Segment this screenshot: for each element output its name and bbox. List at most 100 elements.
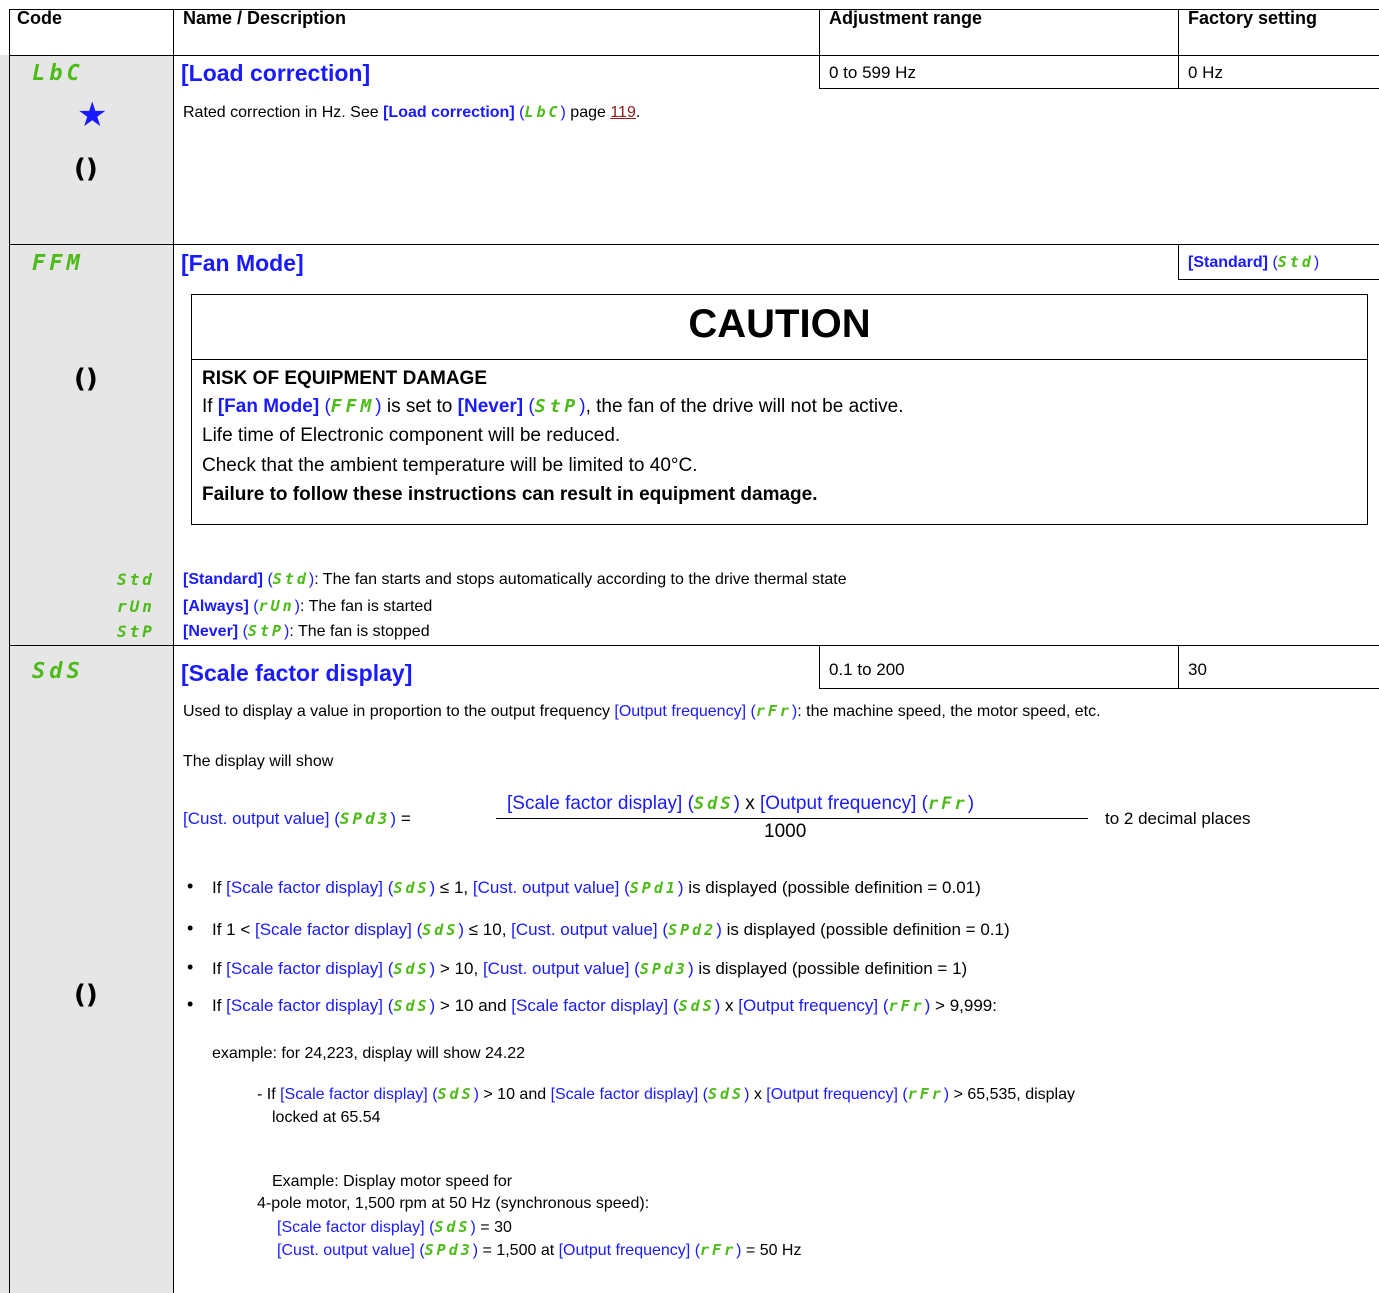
factory-box-left-1 <box>1178 55 1179 88</box>
b4-x: x <box>720 996 739 1015</box>
lbc-desc-end: . <box>635 104 641 121</box>
b3-code2: SPd3 <box>639 960 688 978</box>
option-std-desc: : The fan starts and stops automatically… <box>314 571 847 588</box>
col-divider-code <box>173 9 174 1293</box>
caution-line-4: Failure to follow these instructions can… <box>202 484 818 505</box>
b1-code: SdS <box>393 879 430 897</box>
caution-heading: CAUTION <box>688 302 871 346</box>
ex2-l4-param2: [Output frequency] <box>558 1242 691 1259</box>
param-title-scale-factor: [Scale factor display] <box>181 660 413 686</box>
caution-line-2: Life time of Electronic component will b… <box>202 425 621 446</box>
row-divider-1 <box>9 244 1379 245</box>
caution-l1-param: [Fan Mode] <box>217 396 320 417</box>
example-2-line-2: 4-pole motor, 1,500 rpm at 50 Hz (synchr… <box>257 1195 650 1212</box>
option-code-stp: StP <box>117 622 155 641</box>
sub-code2: SdS <box>707 1085 745 1103</box>
b2-param2: [Cust. output value] <box>511 920 658 939</box>
b2-end: is displayed (possible definition = 0.1) <box>721 920 1010 939</box>
formula-denominator: 1000 <box>764 821 807 842</box>
bullet-1: If [Scale factor display] (SdS) ≤ 1, [Cu… <box>212 878 981 897</box>
option-std-name: [Standard] <box>183 571 263 588</box>
option-code-std: Std <box>117 570 155 589</box>
b4-mid: > 10 and <box>435 996 512 1015</box>
table-left-border <box>9 9 10 1293</box>
range-box-left-1 <box>819 55 820 88</box>
param-code-ffm: FFM <box>32 251 84 276</box>
ex2-l4-code2: rFr <box>700 1241 737 1259</box>
sub-end: > 65,535, display <box>949 1086 1075 1103</box>
ex2-l4-code: SPd3 <box>424 1241 473 1259</box>
param-title-load-correction: [Load correction] <box>181 60 371 86</box>
b3-end: is displayed (possible definition = 1) <box>693 959 968 978</box>
b1-mid: ≤ 1, <box>435 878 473 897</box>
sds-para-1: Used to display a value in proportion to… <box>183 702 1101 720</box>
factory-sds: 30 <box>1188 660 1207 679</box>
formula-eq: = <box>396 809 411 828</box>
b4-end: > 9,999: <box>930 996 997 1015</box>
example-2-line-1: Example: Display motor speed for <box>272 1173 513 1190</box>
caution-l1-code2: StP <box>534 396 580 417</box>
b2-code: SdS <box>422 921 459 939</box>
sds-p1-param: [Output frequency] <box>614 703 747 720</box>
ex2-l4-end: = 50 Hz <box>741 1242 802 1259</box>
sub-code: SdS <box>437 1085 474 1103</box>
sub-param2: [Scale factor display] <box>550 1086 699 1103</box>
sds-p1-pre: Used to display a value in proportion to… <box>183 703 615 720</box>
caution-line-1: If [Fan Mode] (FFM) is set to [Never] (S… <box>202 396 904 417</box>
sub-code3: rFr <box>907 1085 944 1103</box>
sub-pre: - If <box>257 1086 281 1103</box>
caution-l1-code: FFM <box>330 396 376 417</box>
change-in-run-icon: () <box>74 154 98 184</box>
col-divider-factory-h <box>1178 9 1179 55</box>
formula-lhs-code: SPd3 <box>339 809 391 828</box>
ex2-l3-code: SdS <box>434 1218 471 1236</box>
sub-rule-line-2: locked at 65.54 <box>272 1109 381 1126</box>
b4-code2: SdS <box>678 997 715 1015</box>
param-title-fan-mode: [Fan Mode] <box>181 250 304 276</box>
sds-para-2: The display will show <box>183 753 334 770</box>
b3-code: SdS <box>393 960 430 978</box>
b3-param2: [Cust. output value] <box>482 959 630 978</box>
bullet-2: If 1 < [Scale factor display] (SdS) ≤ 10… <box>212 920 1010 939</box>
range-lbc: 0 to 599 Hz <box>829 63 916 82</box>
b4-param: [Scale factor display] <box>226 996 384 1015</box>
bullet-dot: • <box>187 957 194 977</box>
b4-param3: [Output frequency] <box>738 996 879 1015</box>
change-in-run-icon: () <box>74 980 98 1010</box>
option-run: [Always] (rUn): The fan is started <box>183 597 433 615</box>
formula-x: x <box>739 793 761 814</box>
formula-fraction-bar <box>496 818 1088 819</box>
factory-ffm-code: Std <box>1277 253 1314 271</box>
formula-numerator: [Scale factor display] (SdS) x [Output f… <box>507 793 975 814</box>
option-std-inline-code: Std <box>272 570 309 588</box>
bullet-3: If [Scale factor display] (SdS) > 10, [C… <box>212 959 968 978</box>
page-link-119[interactable]: 119 <box>610 104 636 121</box>
lbc-description: Rated correction in Hz. See [Load correc… <box>183 103 641 121</box>
star-icon: ★ <box>77 96 108 134</box>
example-2-line-3: [Scale factor display] (SdS) = 30 <box>277 1218 512 1236</box>
b2-pre: If 1 < <box>212 920 255 939</box>
caution-l1-end: , the fan of the drive will not be activ… <box>585 396 904 417</box>
formula-num-b-code: rFr <box>927 794 968 814</box>
range-box-bottom-1 <box>819 88 1379 89</box>
b1-param: [Scale factor display] <box>226 878 384 897</box>
param-code-lbc: LbC <box>32 61 84 86</box>
lbc-desc-code: LbC <box>524 103 561 121</box>
factory-ffm: [Standard] (Std) <box>1188 253 1320 271</box>
caution-l1-param2: [Never] <box>457 396 524 417</box>
option-code-run: rUn <box>117 597 155 616</box>
b2-mid: ≤ 10, <box>464 920 512 939</box>
code-column-background <box>0 55 173 1293</box>
caution-l1-pre: If <box>202 396 218 417</box>
bullet-dot: • <box>187 994 194 1014</box>
formula-tail: to 2 decimal places <box>1105 809 1251 828</box>
header-range: Adjustment range <box>829 8 983 28</box>
sds-p1-code: rFr <box>755 702 792 720</box>
header-name: Name / Description <box>183 8 347 28</box>
range-box-bottom-3 <box>819 688 1379 689</box>
example-1: example: for 24,223, display will show 2… <box>212 1045 526 1062</box>
b1-param2: [Cust. output value] <box>472 878 620 897</box>
sub-param: [Scale factor display] <box>280 1086 428 1103</box>
b4-param2: [Scale factor display] <box>511 996 669 1015</box>
sub-x: x <box>749 1086 767 1103</box>
